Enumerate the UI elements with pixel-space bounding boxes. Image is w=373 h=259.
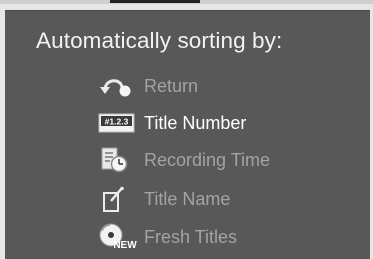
menu-item-label: Title Number xyxy=(144,112,247,133)
screen: Automatically sorting by: Return #1.2.3 xyxy=(0,0,373,259)
menu-item-recording-time[interactable]: Recording Time xyxy=(98,147,338,173)
menu-item-label: Return xyxy=(144,75,199,96)
menu-item-title-number[interactable]: #1.2.3 Title Number xyxy=(98,110,338,136)
number-icon: #1.2.3 xyxy=(98,110,144,136)
menu-item-label: Fresh Titles xyxy=(144,226,238,247)
menu-item-label: Recording Time xyxy=(144,149,271,170)
number-icon-text: #1.2.3 xyxy=(105,117,129,127)
clock-document-icon xyxy=(98,147,144,173)
menu-heading: Automatically sorting by: xyxy=(36,28,283,53)
new-disc-icon: NEW xyxy=(98,223,144,251)
new-badge-text: NEW xyxy=(113,240,137,251)
menu-item-fresh-titles[interactable]: NEW Fresh Titles xyxy=(98,223,338,251)
return-icon xyxy=(98,73,144,99)
menu-item-label: Title Name xyxy=(144,188,231,209)
menu-item-title-name[interactable]: Title Name xyxy=(98,186,338,212)
menu-item-return[interactable]: Return xyxy=(98,73,338,99)
pen-document-icon xyxy=(98,186,144,212)
top-border xyxy=(0,0,373,4)
top-border-dark-segment xyxy=(110,0,200,3)
